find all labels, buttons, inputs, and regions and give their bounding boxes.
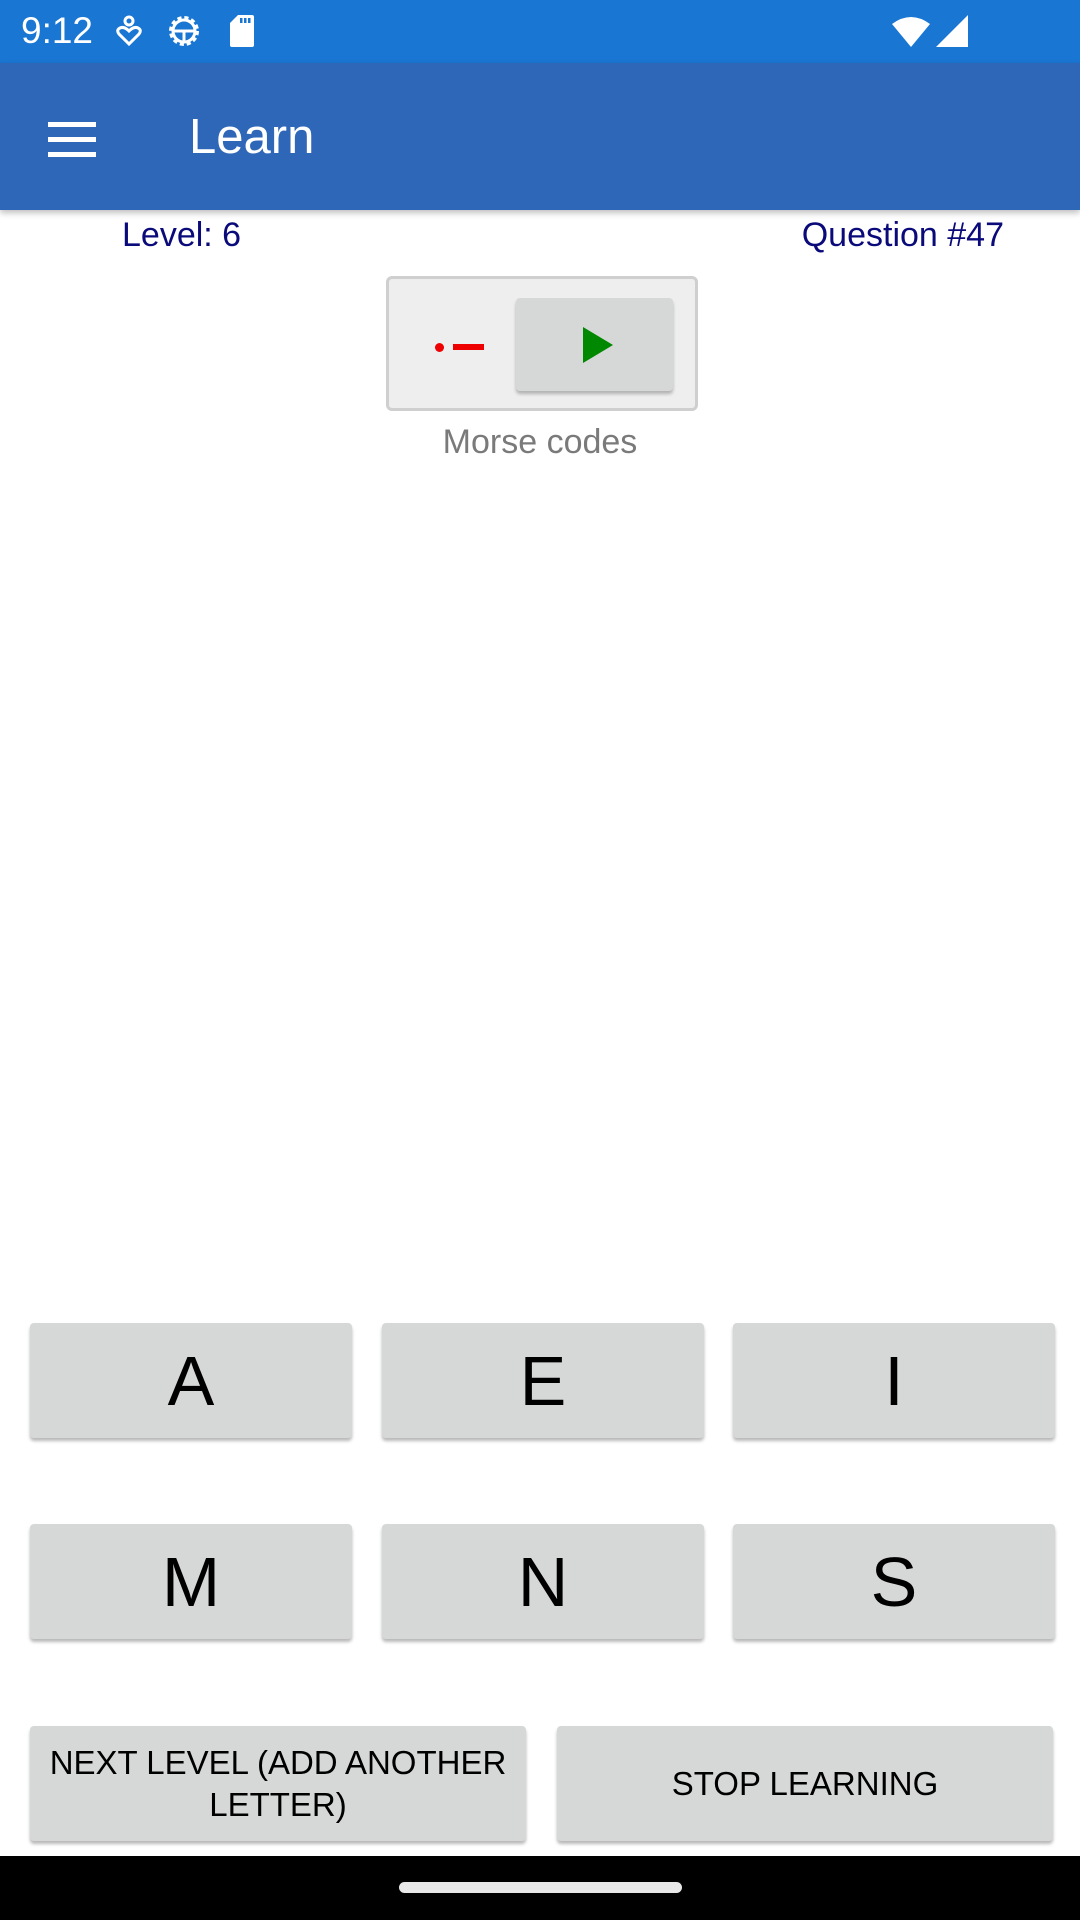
app-bar: Learn [0, 63, 1080, 210]
next-level-button[interactable]: NEXT LEVEL (ADD ANOTHER LETTER) [30, 1726, 526, 1841]
answer-button-n[interactable]: N [382, 1524, 704, 1639]
morse-dash [453, 344, 484, 350]
answer-button-e[interactable]: E [382, 1323, 704, 1438]
wifi-icon [890, 12, 932, 50]
status-time: 9:12 [21, 10, 94, 51]
answer-button-i[interactable]: I [733, 1323, 1055, 1438]
morse-dot [435, 343, 444, 352]
cellular-signal-icon [932, 12, 972, 50]
question-number-label: Question #47 [801, 216, 1004, 254]
answer-button-s[interactable]: S [733, 1524, 1055, 1639]
stop-learning-button[interactable]: STOP LEARNING [557, 1726, 1053, 1841]
morse-caption: Morse codes [442, 423, 638, 461]
play-icon [582, 326, 613, 363]
answer-button-m[interactable]: M [30, 1524, 352, 1639]
accessibility-heart-icon [110, 12, 148, 50]
play-morse-button[interactable] [516, 298, 673, 391]
system-navigation-bar [0, 1856, 1080, 1920]
android-settings-gear-icon [165, 12, 203, 50]
morse-code-panel [386, 276, 698, 411]
page-title: Learn [189, 110, 315, 164]
status-bar: 9:12 [0, 0, 1080, 63]
home-gesture-handle[interactable] [399, 1882, 682, 1893]
level-label: Level: 6 [122, 216, 242, 254]
answer-button-a[interactable]: A [30, 1323, 352, 1438]
sd-card-icon [223, 12, 261, 50]
hamburger-menu-icon[interactable] [36, 103, 108, 175]
